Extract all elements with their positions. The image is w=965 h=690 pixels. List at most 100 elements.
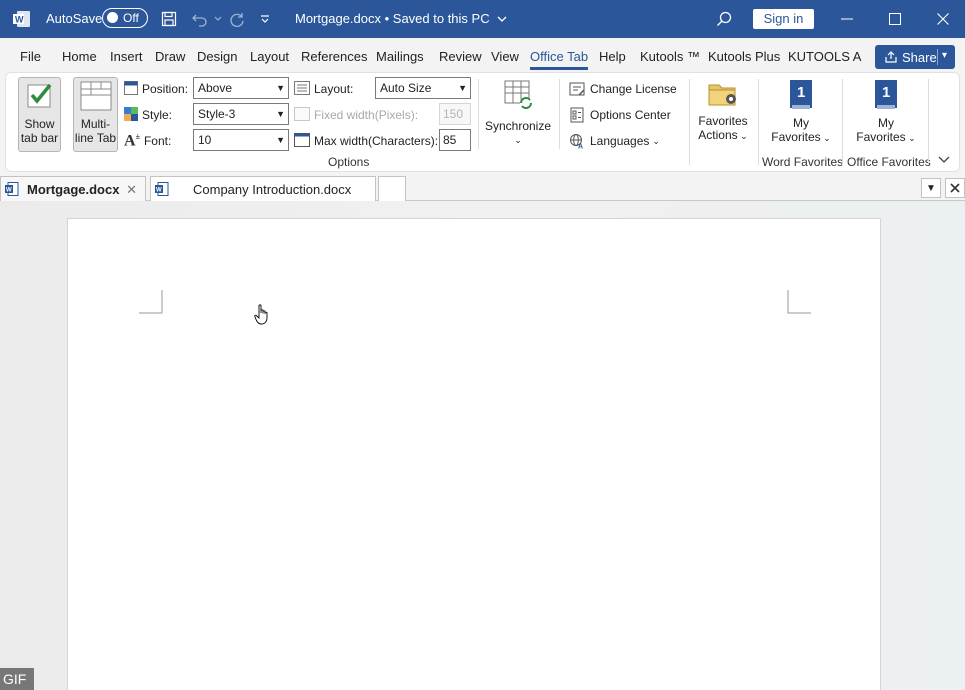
layout-row: Layout: (294, 78, 353, 100)
save-icon[interactable] (159, 9, 179, 29)
word-my-favorites-button[interactable]: 1 My Favorites ⌄ (766, 77, 836, 147)
redo-icon[interactable] (227, 9, 247, 29)
chevron-down-icon[interactable]: ▾ (942, 50, 947, 61)
doc-tab-mortgage[interactable]: W Mortgage.docx ✕ (0, 176, 146, 201)
share-button[interactable]: Share ▾ (875, 45, 955, 69)
office-my-favorites-label-2: Favorites (856, 130, 906, 144)
separator (559, 79, 560, 149)
collapse-ribbon-icon[interactable] (938, 153, 950, 167)
tab-kutools[interactable]: Kutools ™ (640, 49, 700, 64)
tab-review[interactable]: Review (439, 49, 482, 64)
share-divider (937, 49, 938, 65)
favorites-actions-label-1: Favorites (698, 114, 748, 128)
options-center-button[interactable]: Options Center (569, 107, 671, 123)
tab-layout[interactable]: Layout (250, 49, 289, 64)
maximize-icon[interactable] (885, 9, 905, 29)
close-tab-icon[interactable]: ✕ (126, 182, 137, 198)
favorites-actions-button[interactable]: Favorites Actions ⌄ (694, 77, 752, 147)
tab-list-dropdown-icon[interactable]: ▼ (921, 178, 941, 198)
office-favorites-group-label: Office Favorites (847, 155, 931, 169)
position-icon (124, 80, 138, 98)
close-all-icon[interactable] (945, 178, 965, 198)
fixed-width-input[interactable]: 150 (439, 103, 471, 125)
minimize-icon[interactable] (837, 9, 857, 29)
tab-kutools-a[interactable]: KUTOOLS A (788, 49, 861, 64)
svg-text:W: W (156, 188, 162, 194)
word-doc-icon: W (5, 182, 19, 196)
office-my-favorites-button[interactable]: 1 My Favorites ⌄ (851, 77, 921, 147)
show-tab-bar-button[interactable]: Show tab bar (18, 77, 61, 152)
margin-corner-top-right (787, 290, 811, 314)
autosave-toggle[interactable]: Off (102, 8, 148, 28)
chevron-down-icon: ▼ (276, 135, 285, 145)
tab-view[interactable]: View (491, 49, 519, 64)
search-icon[interactable] (714, 9, 734, 29)
tab-references[interactable]: References (301, 49, 367, 64)
title-bar: W AutoSave Off Mortgage.docx • Saved to … (0, 0, 965, 38)
style-select[interactable]: Style-3 ▼ (193, 103, 289, 125)
max-width-input[interactable]: 85 (439, 129, 471, 151)
document-title[interactable]: Mortgage.docx • Saved to this PC (295, 11, 507, 26)
tab-insert[interactable]: Insert (110, 49, 143, 64)
font-label: Font: (143, 134, 172, 148)
layout-select[interactable]: Auto Size ▼ (375, 77, 471, 99)
new-tab-button[interactable] (378, 176, 406, 201)
license-icon (569, 81, 585, 97)
max-width-icon (294, 132, 310, 150)
tab-help[interactable]: Help (599, 49, 626, 64)
tab-file[interactable]: File (20, 49, 41, 64)
svg-text:1: 1 (882, 84, 890, 101)
fixed-width-icon (294, 106, 310, 124)
synchronize-icon (501, 79, 535, 111)
languages-button[interactable]: A Languages ⌄ (569, 133, 660, 149)
autosave-state: Off (123, 11, 139, 25)
tab-design[interactable]: Design (197, 49, 237, 64)
font-select[interactable]: 10 ▼ (193, 129, 289, 151)
tab-home[interactable]: Home (62, 49, 97, 64)
synchronize-button[interactable]: Synchronize ⌄ (482, 77, 554, 147)
undo-icon[interactable] (190, 9, 210, 29)
languages-icon: A (569, 133, 585, 149)
doc-tab-label: Mortgage.docx (27, 181, 120, 197)
word-favorites-group-label: Word Favorites (762, 155, 844, 169)
ribbon-panel: Show tab bar Multi- line Tab Position: A… (5, 72, 960, 172)
folder-gear-icon (706, 79, 740, 109)
separator (689, 79, 690, 165)
chevron-down-icon: ⌄ (652, 135, 660, 146)
svg-text:A: A (578, 144, 583, 150)
undo-dropdown-icon[interactable] (208, 9, 228, 29)
share-label: Share (902, 49, 937, 65)
word-my-favorites-label-2: Favorites (771, 130, 821, 144)
multi-line-tab-icon (80, 81, 112, 111)
doc-tab-company-introduction[interactable]: W Company Introduction.docx (150, 176, 376, 201)
share-icon (885, 51, 897, 63)
tab-draw[interactable]: Draw (155, 49, 185, 64)
document-tab-bar: W Mortgage.docx ✕ W Company Introduction… (0, 176, 965, 201)
position-select[interactable]: Above ▼ (193, 77, 289, 99)
sign-in-button[interactable]: Sign in (753, 9, 814, 29)
separator (478, 79, 479, 149)
tab-office-tab[interactable]: Office Tab (530, 49, 589, 70)
position-label: Position: (142, 82, 189, 96)
customize-qat-icon[interactable] (255, 9, 275, 29)
close-icon[interactable] (933, 9, 953, 29)
max-width-row: Max width(Characters): (294, 130, 438, 152)
office-my-favorites-label-2-row: Favorites ⌄ (851, 130, 921, 145)
options-center-icon (569, 107, 585, 123)
favorites-book-icon: 1 (788, 79, 814, 111)
chevron-down-icon: ▼ (458, 83, 467, 93)
separator (758, 79, 759, 165)
chevron-down-icon: ⌄ (514, 135, 522, 145)
show-tab-bar-label-1: Show (24, 117, 55, 131)
chevron-down-icon: ▼ (276, 83, 285, 93)
checkmark-icon (26, 81, 54, 109)
change-license-button[interactable]: Change License (569, 81, 677, 97)
fixed-width-row: Fixed width(Pixels): (294, 104, 418, 126)
document-page[interactable] (67, 218, 881, 690)
layout-value: Auto Size (380, 81, 432, 95)
tab-kutools-plus[interactable]: Kutools Plus (708, 49, 780, 64)
multi-line-tab-button[interactable]: Multi- line Tab (73, 77, 118, 152)
tab-mailings[interactable]: Mailings (376, 49, 424, 64)
fixed-width-label: Fixed width(Pixels): (314, 108, 419, 122)
word-logo-icon: W (12, 9, 32, 29)
